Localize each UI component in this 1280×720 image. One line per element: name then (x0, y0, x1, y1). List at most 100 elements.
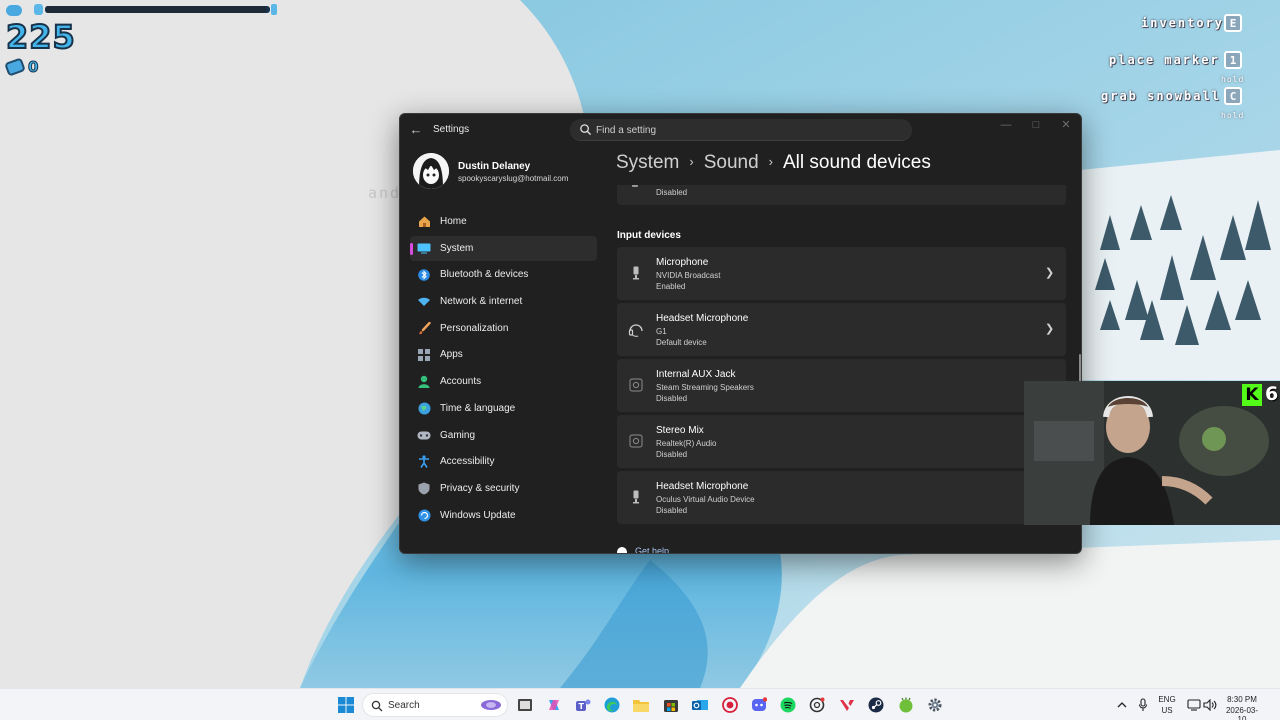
sidebar-item-accessibility[interactable]: Accessibility (410, 449, 597, 474)
hud-key-place-marker: 1 (1224, 51, 1242, 69)
device-card-headset-microphone[interactable]: Headset Microphone G1 Default device ❯ (617, 303, 1066, 356)
sidebar-item-time-language[interactable]: Time & language (410, 396, 597, 421)
player-name-label: and (368, 184, 402, 202)
sidebar-item-windows-update[interactable]: Windows Update (410, 503, 597, 528)
device-status: Enabled (656, 282, 686, 291)
profile-email: spookyscaryslug@hotmail.com (458, 174, 569, 183)
spotify-icon[interactable] (779, 696, 797, 714)
sidebar-item-bluetooth-devices[interactable]: Bluetooth & devices (410, 262, 597, 287)
section-heading-input-devices: Input devices (617, 230, 681, 241)
device-card-headset-microphone-oculus[interactable]: Headset Microphone Oculus Virtual Audio … (617, 471, 1066, 524)
viewer-count: 6 (1265, 383, 1279, 405)
sidebar-item-label: Home (440, 216, 467, 227)
breadcrumb: System › Sound › All sound devices (616, 152, 931, 174)
get-help-link[interactable]: Get help (617, 546, 670, 554)
help-icon (617, 546, 627, 553)
gem-counter: 0 (27, 58, 39, 77)
input-region[interactable]: US (1155, 706, 1179, 715)
sidebar-item-network-internet[interactable]: Network & internet (410, 289, 597, 314)
breadcrumb-item-sound[interactable]: Sound (704, 152, 759, 173)
task-view-icon[interactable] (516, 696, 534, 714)
back-arrow-icon[interactable]: ← (408, 122, 424, 138)
chevron-right-icon: ❯ (1045, 323, 1055, 335)
device-driver: G1 (656, 327, 667, 336)
device-card-microphone[interactable]: Microphone NVIDIA Broadcast Enabled ❯ (617, 247, 1066, 300)
sidebar-item-label: Personalization (440, 322, 509, 334)
system-icon (417, 241, 431, 255)
health-bar-start-cap (34, 4, 43, 15)
valorant-icon[interactable] (838, 696, 856, 714)
home-icon (417, 215, 431, 229)
device-card-stereo-mix[interactable]: Stereo Mix Realtek(R) Audio Disabled (617, 415, 1066, 468)
hud-action-label-place-marker: place marker (1109, 53, 1220, 67)
game-launcher-icon[interactable] (897, 696, 915, 714)
sidebar-item-privacy-security[interactable]: Privacy & security (410, 476, 597, 501)
teams-icon[interactable]: T (574, 696, 592, 714)
obs-record-icon[interactable] (721, 696, 739, 714)
taskbar: Search T ENG US 8:30 PM 2026-03-10 (0, 688, 1280, 720)
outlook-icon[interactable] (691, 696, 709, 714)
sidebar-item-label: Apps (440, 349, 463, 361)
search-highlight-icon (481, 700, 501, 710)
sidebar-item-label: Time & language (440, 402, 516, 414)
hud-action-label-inventory: inventory (1141, 16, 1225, 30)
windows-start-icon[interactable] (337, 696, 355, 714)
device-status: Disabled (656, 394, 688, 403)
sidebar-item-gaming[interactable]: Gaming (410, 423, 597, 448)
copilot-icon[interactable] (545, 696, 563, 714)
sidebar-item-label: Bluetooth & devices (440, 269, 529, 281)
sidebar-item-label: Privacy & security (440, 482, 520, 494)
sidebar-item-accounts[interactable]: Accounts (410, 369, 597, 394)
device-card-internal-aux-jack[interactable]: Internal AUX Jack Steam Streaming Speake… (617, 359, 1066, 412)
clock-time[interactable]: 8:30 PM (1222, 695, 1262, 704)
input-language[interactable]: ENG (1155, 695, 1179, 704)
hud-hint-hold: hold (1221, 111, 1245, 120)
microphone-icon (628, 265, 644, 281)
health-bar (45, 6, 270, 13)
microsoft-store-icon[interactable] (662, 696, 680, 714)
device-name: Headset Microphone (656, 313, 749, 324)
breadcrumb-item-system[interactable]: System (616, 152, 679, 173)
search-input[interactable] (596, 123, 896, 137)
maximize-icon[interactable]: □ (1021, 116, 1051, 134)
page-title: All sound devices (783, 152, 931, 173)
device-status: Disabled (656, 506, 688, 515)
settings-gear-icon[interactable] (926, 696, 944, 714)
file-explorer-icon[interactable] (632, 696, 650, 714)
chevron-right-icon: › (768, 154, 773, 169)
get-help-label: Get help (635, 546, 670, 554)
settings-window: ← Settings — □ ✕ Dustin Delaney spookysc… (399, 113, 1082, 554)
close-icon[interactable]: ✕ (1051, 116, 1081, 134)
globe-icon (417, 401, 431, 415)
steam-icon[interactable] (867, 696, 885, 714)
sidebar-item-personalization[interactable]: Personalization (410, 316, 597, 341)
title-bar[interactable]: ← Settings — □ ✕ (400, 114, 1081, 146)
chatgpt-icon[interactable] (808, 696, 826, 714)
minimize-icon[interactable]: — (991, 116, 1021, 134)
taskbar-search-label: Search (388, 700, 420, 711)
search-box[interactable] (570, 119, 912, 141)
sidebar-item-system[interactable]: System (410, 235, 597, 261)
accounts-icon (417, 375, 431, 389)
chevron-right-icon: › (689, 154, 694, 169)
chevron-up-icon[interactable] (1113, 696, 1131, 714)
device-card-partial[interactable]: Disabled (617, 185, 1066, 205)
device-name: Microphone (656, 257, 709, 268)
sidebar-item-home[interactable]: Home (410, 209, 597, 234)
sidebar-item-apps[interactable]: Apps (410, 342, 597, 367)
discord-icon[interactable] (750, 696, 768, 714)
speaker-icon (628, 377, 644, 393)
microphone-tray-icon[interactable] (1134, 696, 1152, 714)
edge-icon[interactable] (603, 696, 621, 714)
app-title: Settings (433, 124, 470, 135)
health-bar-end-cap (271, 4, 277, 15)
volume-icon[interactable] (1201, 696, 1219, 714)
bluetooth-icon (417, 268, 431, 282)
taskbar-search[interactable]: Search (362, 693, 508, 717)
device-driver: Oculus Virtual Audio Device (656, 495, 755, 504)
clock-date[interactable]: 2026-03-10 (1222, 706, 1262, 720)
scrollbar-thumb[interactable] (1079, 354, 1081, 384)
avatar[interactable] (413, 153, 449, 189)
content-pane: Disabled Input devices Microphone NVIDIA… (617, 185, 1066, 554)
search-icon (371, 700, 383, 712)
